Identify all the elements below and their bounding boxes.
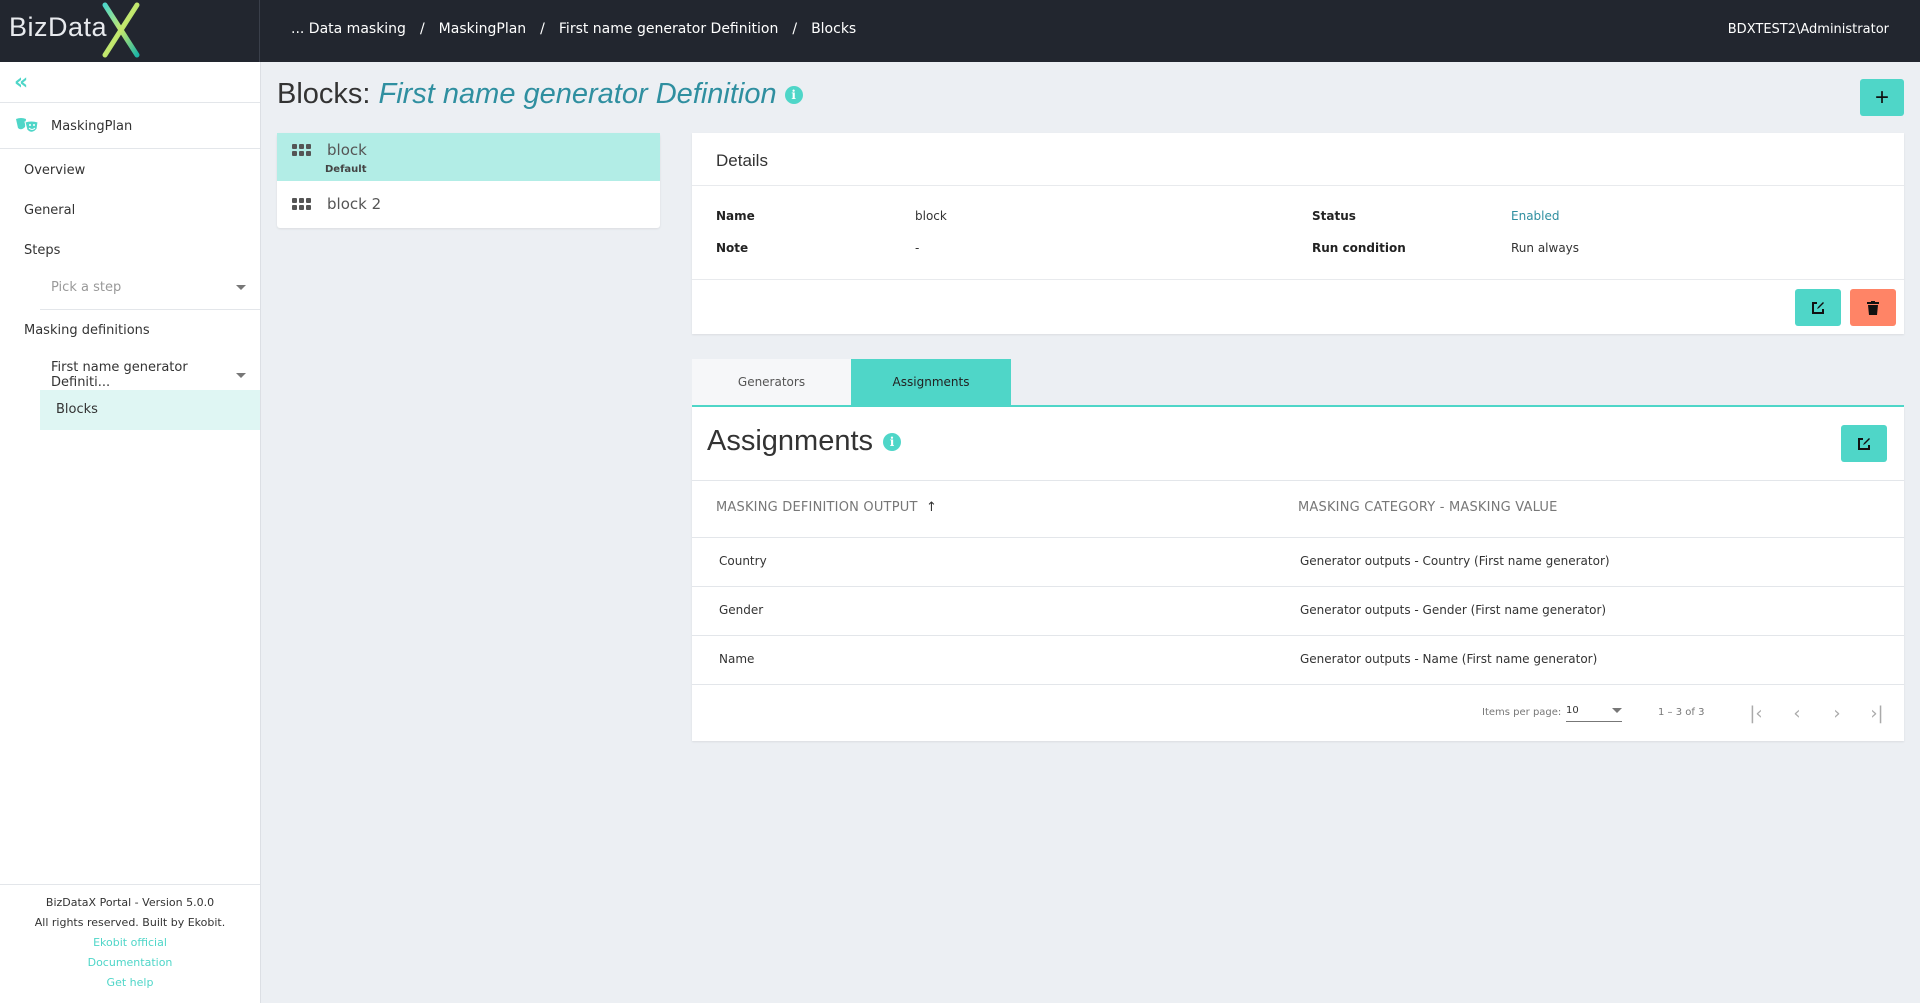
- sidebar-plan[interactable]: MaskingPlan: [15, 117, 132, 135]
- sidebar-item-blocks[interactable]: Blocks: [40, 390, 260, 430]
- rights-text: All rights reserved. Built by Ekobit.: [34, 916, 226, 929]
- step-select-placeholder: Pick a step: [51, 280, 122, 295]
- sidebar-footer: BizDataX Portal - Version 5.0.0 All righ…: [0, 884, 260, 993]
- drag-handle-icon[interactable]: [292, 198, 311, 210]
- table-cell: Gender: [719, 603, 764, 617]
- details-card: Details Name block Note - Status Enabled…: [692, 133, 1904, 334]
- block-list-item[interactable]: block Default: [277, 133, 660, 181]
- theater-masks-icon: [16, 118, 39, 133]
- ekobit-official-link[interactable]: Ekobit official: [0, 933, 260, 953]
- name-label: Name: [716, 209, 755, 223]
- version-text: BizDataX Portal - Version 5.0.0: [45, 896, 215, 909]
- chevron-down-icon: [1612, 708, 1622, 713]
- edit-icon: [1812, 301, 1824, 314]
- run-condition-value: Run always: [1511, 241, 1580, 255]
- documentation-link[interactable]: Documentation: [0, 953, 260, 973]
- table-cell: Generator outputs - Country (First name …: [1300, 554, 1610, 568]
- items-per-page-label: Items per page:: [1482, 707, 1562, 718]
- tabs: Generators Assignments: [692, 359, 1904, 407]
- column-header-output-label: MASKING DEFINITION OUTPUT: [716, 500, 918, 515]
- info-icon[interactable]: i: [883, 432, 902, 451]
- sidebar-item-general[interactable]: General: [24, 203, 75, 218]
- assignments-title: Assignments i: [707, 425, 902, 458]
- info-icon[interactable]: i: [784, 85, 803, 104]
- edit-icon: [1858, 437, 1870, 450]
- logo-x-icon: [102, 2, 140, 58]
- user-name[interactable]: BDXTEST2\Administrator: [1728, 22, 1889, 37]
- breadcrumb-separator: /: [540, 21, 545, 37]
- breadcrumb: ... Data masking / MaskingPlan / First n…: [291, 21, 856, 37]
- divider: [692, 684, 1904, 685]
- masking-definition-select[interactable]: First name generator Definiti...: [51, 360, 246, 390]
- top-bar: BizData ... Data masking / MaskingPlan /…: [0, 0, 1920, 62]
- delete-block-button[interactable]: [1850, 289, 1896, 326]
- sidebar-item-masking-definitions[interactable]: Masking definitions: [24, 323, 150, 338]
- get-help-link[interactable]: Get help: [0, 973, 260, 993]
- masking-definition-selected: First name generator Definiti...: [51, 360, 188, 390]
- divider: [692, 279, 1904, 280]
- table-cell: Name: [719, 652, 755, 666]
- add-block-button[interactable]: +: [1860, 79, 1904, 116]
- block-default-label: Default: [325, 164, 367, 175]
- run-condition-label: Run condition: [1312, 241, 1406, 255]
- page-title-name: First name generator Definition: [378, 78, 777, 110]
- divider: [0, 102, 260, 103]
- table-cell: Country: [719, 554, 767, 568]
- divider: [0, 148, 260, 149]
- sidebar-item-overview[interactable]: Overview: [24, 163, 85, 178]
- table-cell: Generator outputs - Gender (First name g…: [1300, 603, 1607, 617]
- divider: [692, 586, 1904, 587]
- items-per-page-select[interactable]: 10: [1566, 702, 1622, 722]
- drag-handle-icon[interactable]: [292, 144, 311, 156]
- table-cell: Generator outputs - Name (First name gen…: [1300, 652, 1598, 666]
- logo[interactable]: BizData: [0, 0, 260, 62]
- edit-block-button[interactable]: [1795, 289, 1841, 326]
- assignments-card: Assignments i MASKING DEFINITION OUTPUT …: [692, 407, 1904, 741]
- assignments-title-text: Assignments: [707, 425, 874, 457]
- trash-icon: [1867, 300, 1879, 315]
- previous-page-button[interactable]: ‹: [1785, 703, 1809, 724]
- first-page-button[interactable]: |‹: [1744, 703, 1768, 724]
- details-title: Details: [692, 133, 1904, 186]
- plan-name: MaskingPlan: [51, 118, 133, 134]
- chevron-down-icon: [236, 372, 246, 378]
- sort-ascending-icon: ↑: [925, 500, 938, 515]
- sidebar-item-steps[interactable]: Steps: [24, 243, 60, 258]
- divider: [40, 309, 260, 310]
- breadcrumb-blocks: Blocks: [811, 21, 857, 37]
- note-label: Note: [716, 241, 749, 255]
- breadcrumb-separator: /: [419, 21, 425, 37]
- next-page-button[interactable]: ›: [1825, 703, 1849, 724]
- divider: [692, 537, 1904, 538]
- step-select[interactable]: Pick a step: [51, 280, 246, 295]
- divider: [692, 635, 1904, 636]
- page-range: 1 – 3 of 3: [1658, 707, 1705, 718]
- edit-assignments-button[interactable]: [1841, 425, 1887, 462]
- status-value: Enabled: [1511, 209, 1560, 223]
- breadcrumb-definition[interactable]: First name generator Definition: [559, 21, 778, 37]
- collapse-sidebar-icon[interactable]: «: [14, 70, 28, 95]
- breadcrumb-separator: /: [792, 21, 798, 37]
- divider: [692, 480, 1904, 481]
- block-list: block Default block 2: [277, 133, 660, 228]
- column-header-output[interactable]: MASKING DEFINITION OUTPUT ↑: [716, 500, 937, 515]
- items-per-page-value: 10: [1566, 705, 1579, 716]
- sidebar: « MaskingPlan Overview General Steps Pic…: [0, 62, 261, 1003]
- tab-generators[interactable]: Generators: [692, 359, 851, 405]
- note-value: -: [915, 241, 920, 255]
- column-header-category[interactable]: MASKING CATEGORY - MASKING VALUE: [1298, 500, 1558, 515]
- block-name: block 2: [327, 195, 382, 213]
- block-list-item[interactable]: block 2: [277, 181, 660, 228]
- page-title-prefix: Blocks:: [277, 78, 371, 110]
- tab-assignments[interactable]: Assignments: [851, 359, 1011, 405]
- last-page-button[interactable]: ›|: [1865, 703, 1889, 724]
- chevron-down-icon: [236, 285, 246, 290]
- block-name: block: [327, 141, 367, 159]
- logo-text: BizData: [9, 12, 108, 42]
- breadcrumb-masking-plan[interactable]: MaskingPlan: [439, 21, 527, 37]
- name-value: block: [915, 209, 947, 223]
- breadcrumb-data-masking[interactable]: ... Data masking: [291, 21, 406, 37]
- status-label: Status: [1312, 209, 1356, 223]
- page-title: Blocks: First name generator Definition …: [277, 78, 803, 111]
